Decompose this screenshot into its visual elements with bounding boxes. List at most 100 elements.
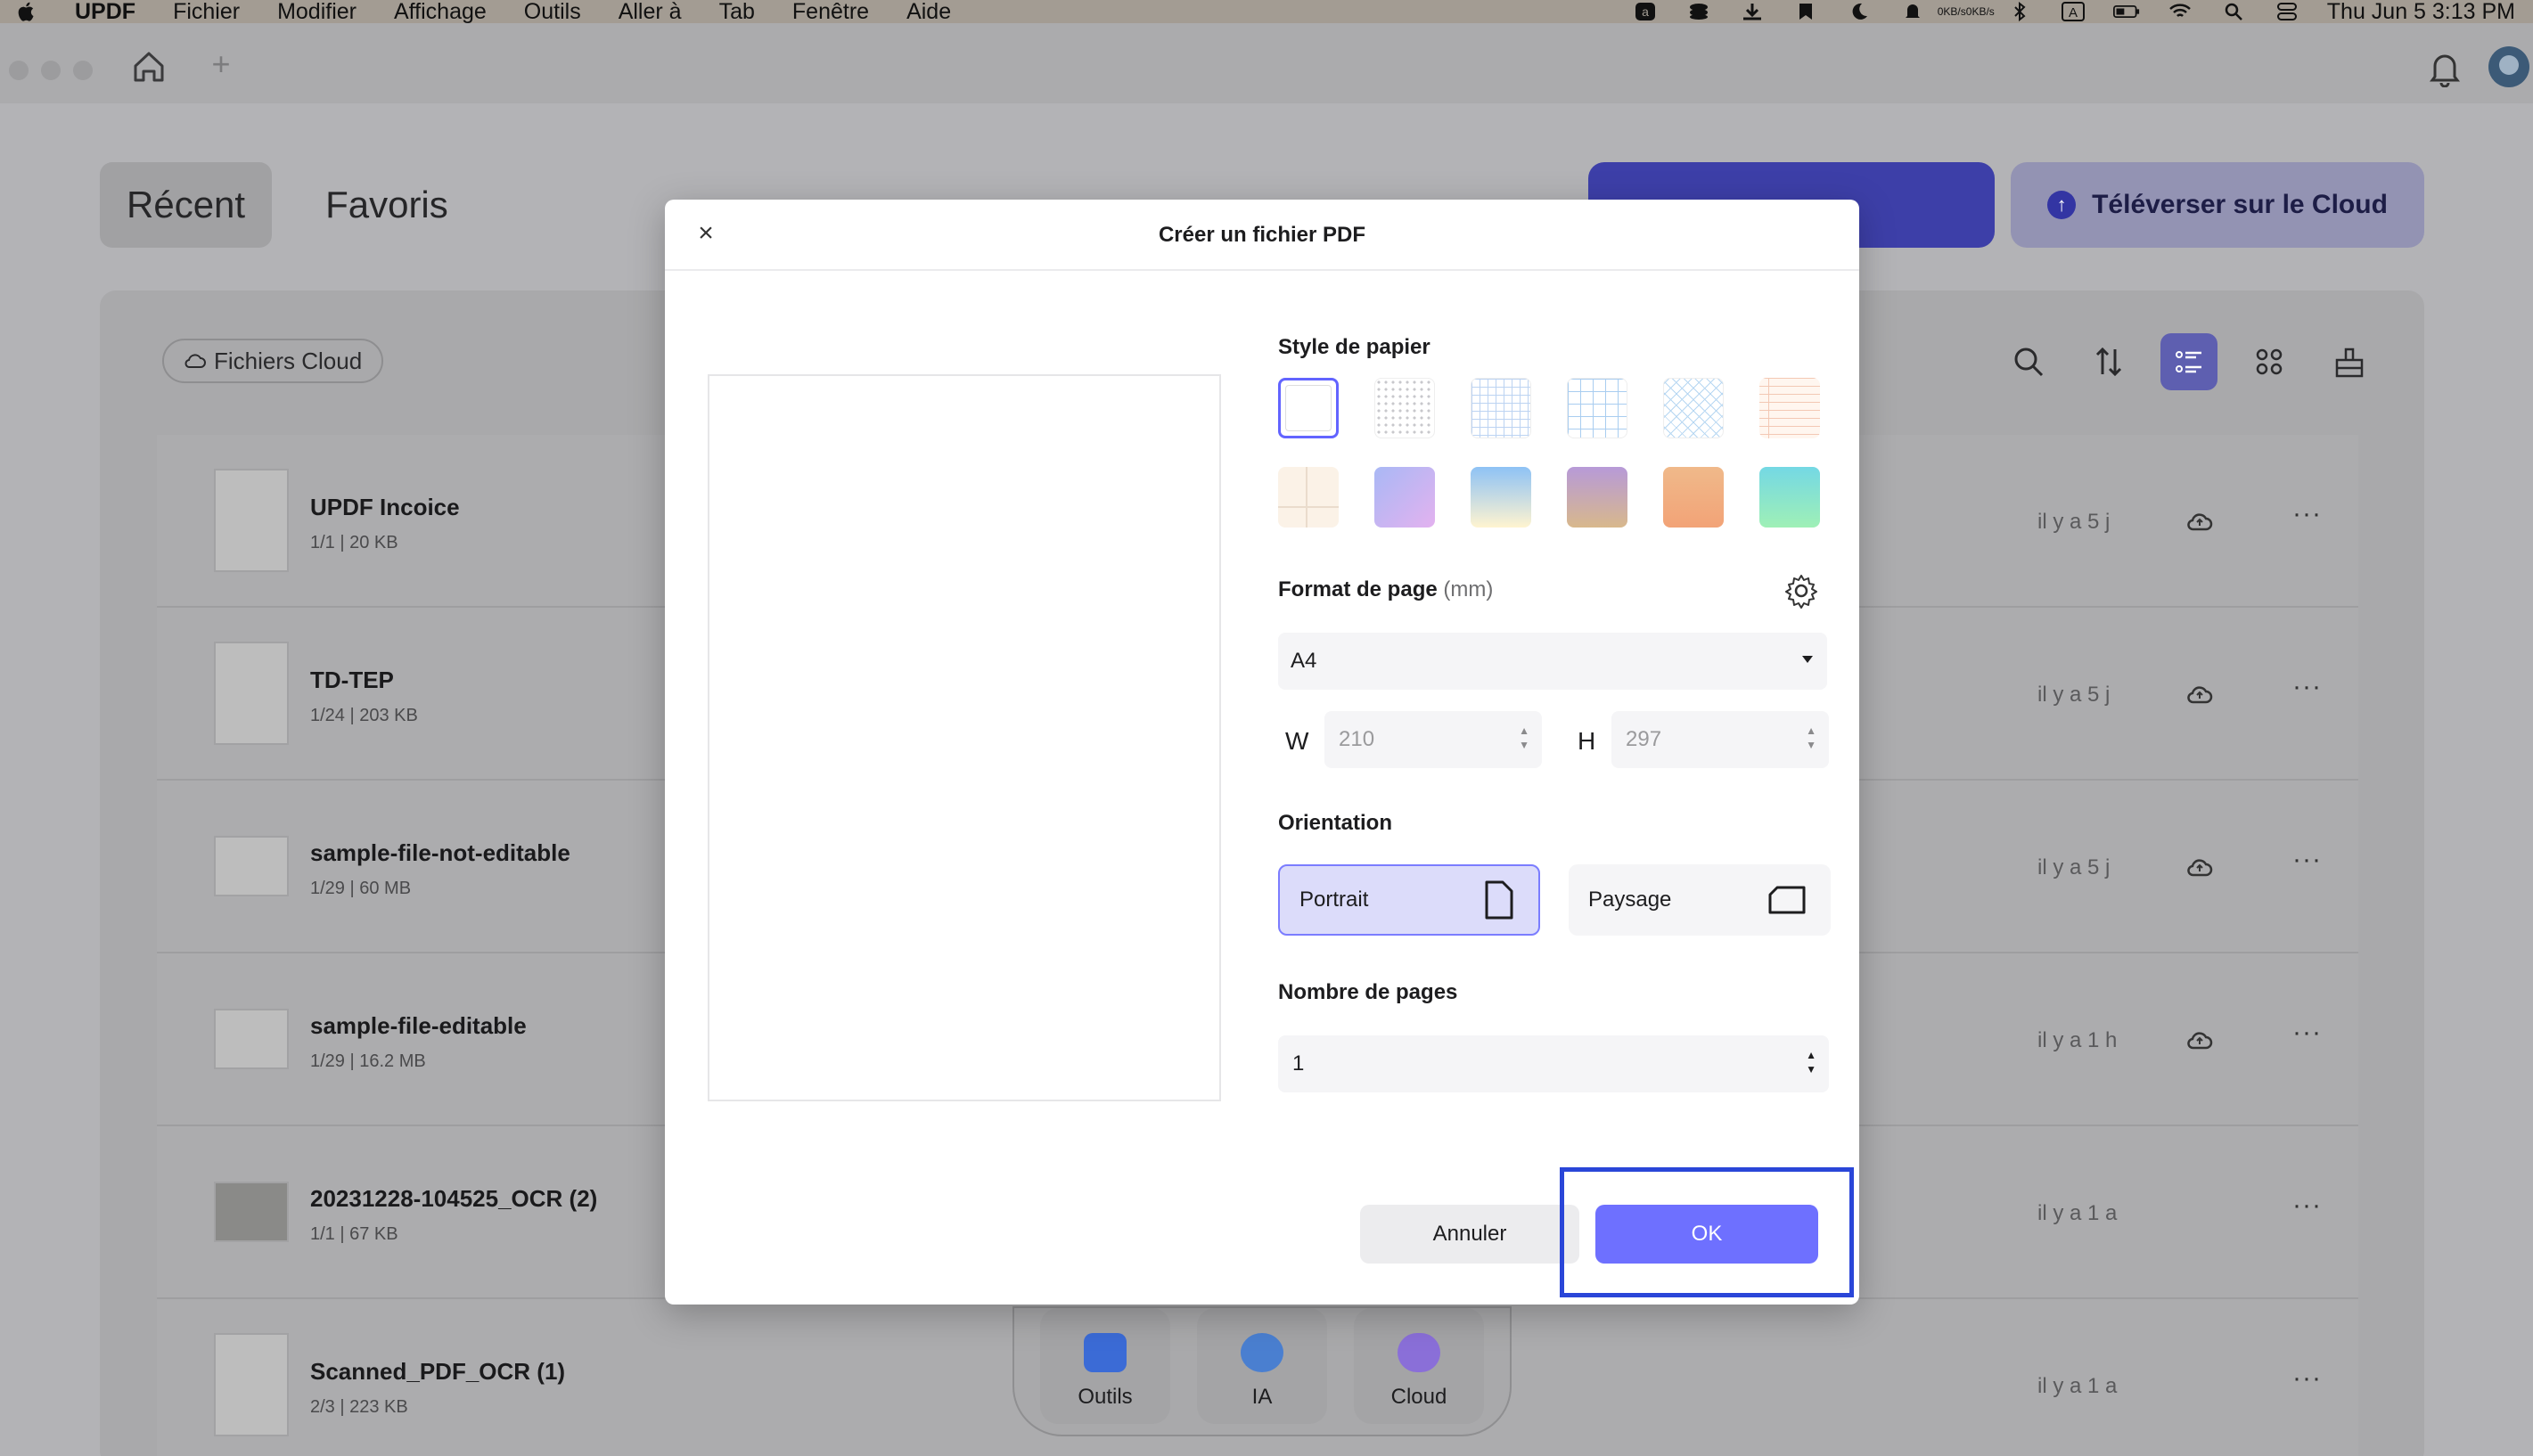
file-meta: 1/29 | 60 MB: [310, 879, 412, 898]
dock-tools-label: Outils: [1078, 1385, 1133, 1409]
bluetooth-icon[interactable]: [2006, 2, 2033, 21]
file-name: 20231228-104525_OCR (2): [310, 1185, 598, 1212]
file-thumbnail: [214, 469, 289, 572]
dock-cloud-button[interactable]: Cloud: [1354, 1308, 1484, 1424]
paper-style-cornell[interactable]: [1278, 467, 1339, 528]
more-options-icon[interactable]: ···: [2292, 1190, 2322, 1221]
clean-brush-icon[interactable]: [2321, 333, 2378, 390]
list-view-icon[interactable]: [2160, 333, 2217, 390]
grid-view-icon[interactable]: [2241, 333, 2298, 390]
window-titlebar: [0, 23, 2533, 103]
more-options-icon[interactable]: ···: [2292, 1018, 2322, 1048]
menu-clock[interactable]: Thu Jun 5 3:13 PM: [2327, 0, 2515, 25]
paper-style-lined[interactable]: [1759, 378, 1820, 438]
file-meta: 2/3 | 223 KB: [310, 1397, 408, 1417]
notification-bell-icon[interactable]: [2428, 50, 2462, 88]
page-count-stepper[interactable]: 1 ▲ ▼: [1278, 1035, 1829, 1092]
download-icon[interactable]: [1739, 2, 1766, 21]
portrait-label: Portrait: [1299, 888, 1369, 912]
file-name: UPDF Incoice: [310, 494, 460, 520]
bottom-dock: Outils IA Cloud: [1012, 1306, 1512, 1436]
input-source-icon[interactable]: A: [2060, 2, 2086, 21]
stepper-arrows-icon[interactable]: ▲ ▼: [1519, 724, 1529, 752]
menu-fichier[interactable]: Fichier: [173, 0, 240, 25]
tab-recent[interactable]: Récent: [100, 162, 273, 248]
paper-style-gradient-lilac[interactable]: [1374, 467, 1435, 528]
zoom-window-button[interactable]: [73, 61, 93, 80]
bell-status-icon[interactable]: [1899, 2, 1926, 21]
spotlight-search-icon[interactable]: [2220, 2, 2247, 21]
paper-style-isometric[interactable]: [1663, 378, 1724, 438]
height-stepper[interactable]: 297 ▲ ▼: [1611, 711, 1829, 768]
stepper-arrows-icon[interactable]: ▲ ▼: [1806, 1048, 1816, 1076]
net-up-text: 0KB/s: [1937, 4, 1966, 18]
ok-button-highlight: [1560, 1167, 1854, 1297]
paper-style-gradient-sky[interactable]: [1471, 467, 1531, 528]
menu-fenetre[interactable]: Fenêtre: [792, 0, 869, 25]
paper-style-gradient-mint[interactable]: [1759, 467, 1820, 528]
file-modified-time: il y a 5 j: [2037, 510, 2111, 534]
paper-style-grid[interactable]: [1567, 378, 1627, 438]
file-name: Scanned_PDF_OCR (1): [310, 1358, 566, 1385]
menu-aide[interactable]: Aide: [906, 0, 951, 25]
bookmark-icon[interactable]: [1792, 2, 1819, 21]
wifi-icon[interactable]: [2167, 2, 2193, 21]
width-stepper[interactable]: 210 ▲ ▼: [1324, 711, 1542, 768]
updf-status-icon[interactable]: a: [1632, 2, 1659, 21]
close-window-button[interactable]: [9, 61, 29, 80]
more-options-icon[interactable]: ···: [2292, 499, 2322, 529]
menu-affichage[interactable]: Affichage: [394, 0, 487, 25]
moon-icon[interactable]: [1846, 2, 1873, 21]
file-meta: 1/1 | 67 KB: [310, 1224, 398, 1244]
battery-icon[interactable]: [2112, 2, 2140, 21]
page-format-text: Format de page: [1278, 577, 1438, 601]
menu-modifier[interactable]: Modifier: [277, 0, 357, 25]
menu-app-name[interactable]: UPDF: [75, 0, 135, 25]
orientation-portrait-option[interactable]: Portrait: [1278, 864, 1540, 936]
file-thumbnail: [214, 642, 289, 745]
paper-style-gradient-dusk[interactable]: [1567, 467, 1627, 528]
cloud-sync-icon[interactable]: [2185, 855, 2214, 879]
more-options-icon[interactable]: ···: [2292, 672, 2322, 702]
page-preview: [708, 374, 1221, 1101]
dock-tools-button[interactable]: Outils: [1040, 1308, 1170, 1424]
macos-menu-bar: UPDF Fichier Modifier Affichage Outils A…: [0, 0, 2533, 25]
paper-style-blank[interactable]: [1278, 378, 1339, 438]
more-options-icon[interactable]: ···: [2292, 845, 2322, 875]
cloud-sync-icon[interactable]: [2185, 510, 2214, 533]
database-icon[interactable]: [1685, 2, 1712, 21]
tab-favorites[interactable]: Favoris: [299, 162, 475, 248]
file-name: sample-file-not-editable: [310, 839, 570, 866]
apple-icon[interactable]: [0, 0, 53, 23]
paper-style-gradient-peach[interactable]: [1663, 467, 1724, 528]
menu-aller-a[interactable]: Aller à: [619, 0, 682, 25]
toolbox-icon: [1084, 1333, 1127, 1372]
home-icon[interactable]: [130, 48, 168, 86]
orientation-landscape-option[interactable]: Paysage: [1569, 864, 1831, 936]
dock-ai-button[interactable]: IA: [1197, 1308, 1327, 1424]
minimize-window-button[interactable]: [41, 61, 61, 80]
cancel-button[interactable]: Annuler: [1360, 1205, 1579, 1264]
file-size: 20 KB: [349, 533, 398, 552]
cloud-files-filter[interactable]: Fichiers Cloud: [162, 339, 384, 383]
stepper-arrows-icon[interactable]: ▲ ▼: [1806, 724, 1816, 752]
new-tab-plus-icon[interactable]: +: [207, 48, 235, 80]
gear-icon[interactable]: [1783, 572, 1820, 609]
paper-style-fine-grid[interactable]: [1471, 378, 1531, 438]
width-value: 210: [1339, 727, 1375, 751]
paper-style-dotted[interactable]: [1374, 378, 1435, 438]
search-icon[interactable]: [2000, 333, 2057, 390]
menu-outils[interactable]: Outils: [524, 0, 581, 25]
cloud-sync-icon[interactable]: [2185, 1028, 2214, 1051]
file-thumbnail: [214, 1333, 289, 1436]
cloud-sync-icon[interactable]: [2185, 683, 2214, 706]
height-label: H: [1578, 727, 1596, 755]
user-avatar[interactable]: [2488, 46, 2529, 87]
sort-icon[interactable]: [2080, 333, 2137, 390]
file-modified-time: il y a 1 a: [2037, 1374, 2118, 1398]
menu-tab[interactable]: Tab: [719, 0, 755, 25]
control-center-icon[interactable]: [2274, 2, 2300, 21]
upload-to-cloud-button[interactable]: ↑ Téléverser sur le Cloud: [2011, 162, 2424, 248]
page-format-select[interactable]: A4: [1278, 633, 1827, 690]
more-options-icon[interactable]: ···: [2292, 1363, 2322, 1394]
